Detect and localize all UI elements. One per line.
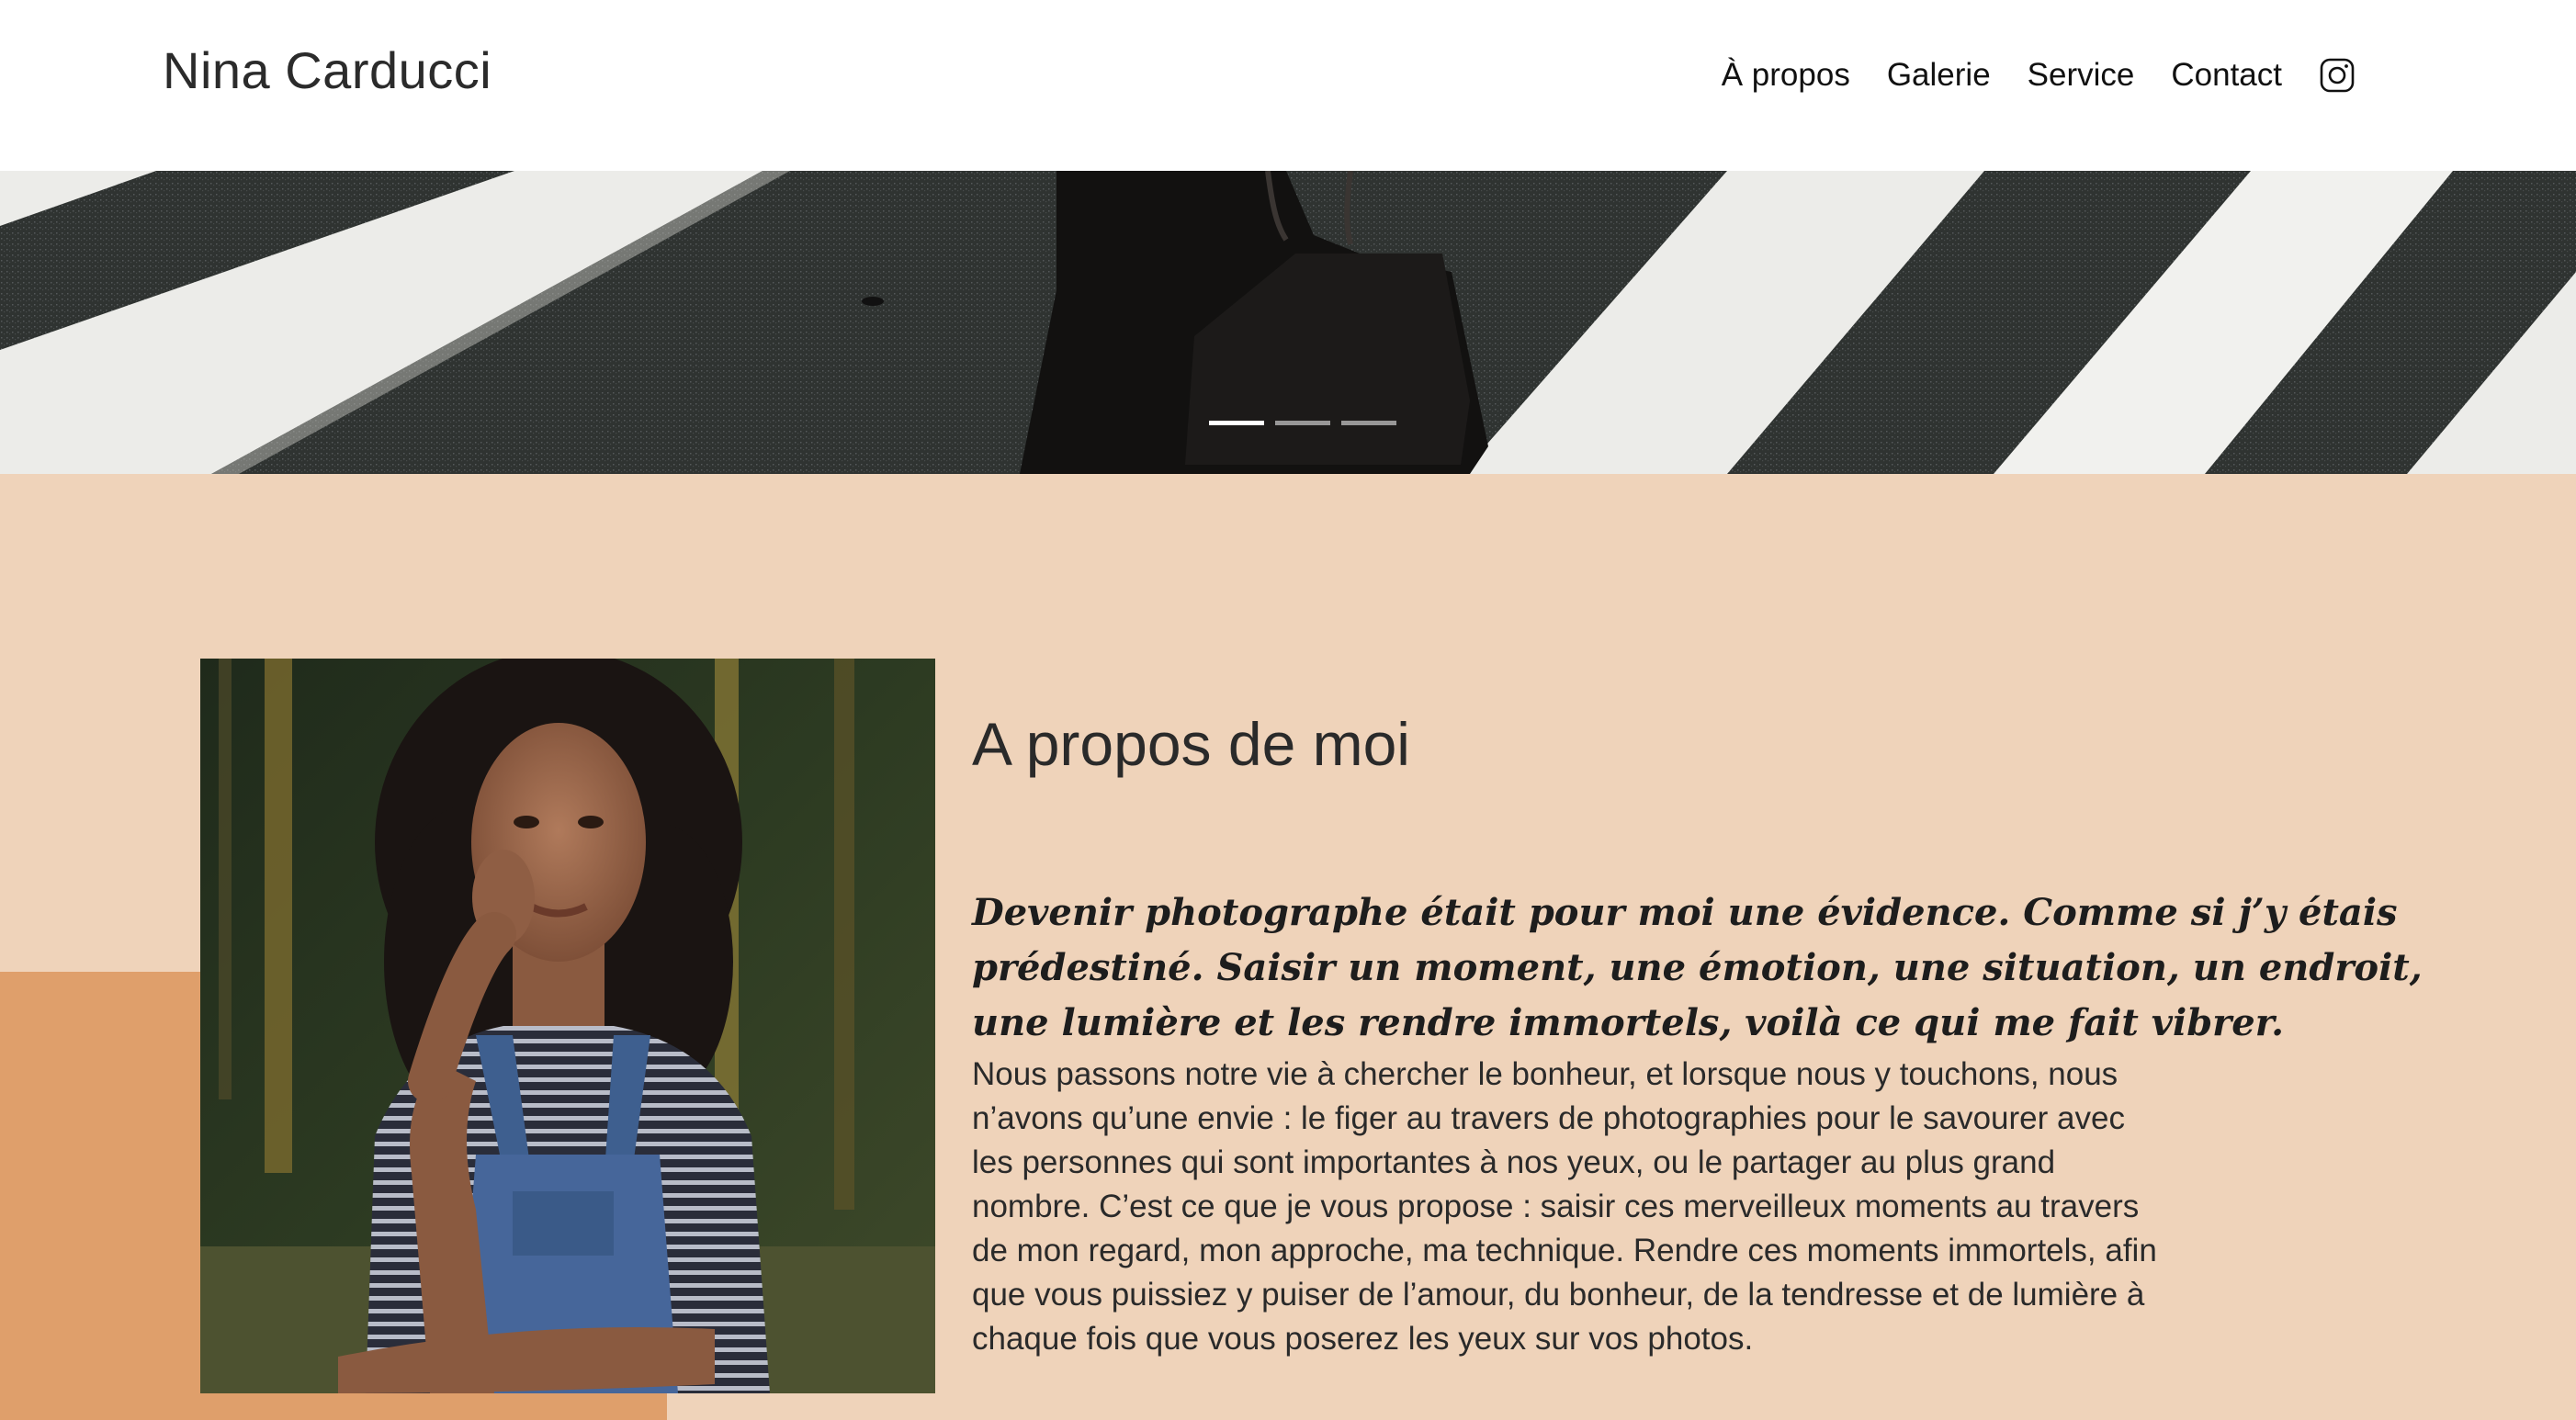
hero-carousel[interactable] [0,171,2576,474]
brand-title[interactable]: Nina Carducci [163,40,491,100]
instagram-icon[interactable] [2319,57,2356,94]
carousel-dot-3[interactable] [1341,421,1396,425]
about-quote: Devenir photographe était pour moi une é… [972,891,2423,1044]
about-body: Nous passons notre vie à chercher le bon… [972,1056,2157,1357]
portrait-photo [200,659,935,1393]
carousel-dot-2[interactable] [1275,421,1330,425]
hero-image [0,171,2576,474]
main-nav: À propos Galerie Service Contact [1722,57,2356,94]
nav-link-about[interactable]: À propos [1722,57,1850,94]
nav-link-contact[interactable]: Contact [2171,57,2282,94]
carousel-indicators [1209,421,1396,425]
about-section: A propos de moi Devenir photographe étai… [0,474,2576,1420]
nav-link-gallery[interactable]: Galerie [1887,57,1991,94]
nav-link-service[interactable]: Service [2028,57,2135,94]
carousel-dot-1[interactable] [1209,421,1264,425]
about-title: A propos de moi [972,710,1410,778]
site-header: Nina Carducci À propos Galerie Service C… [0,0,2576,171]
